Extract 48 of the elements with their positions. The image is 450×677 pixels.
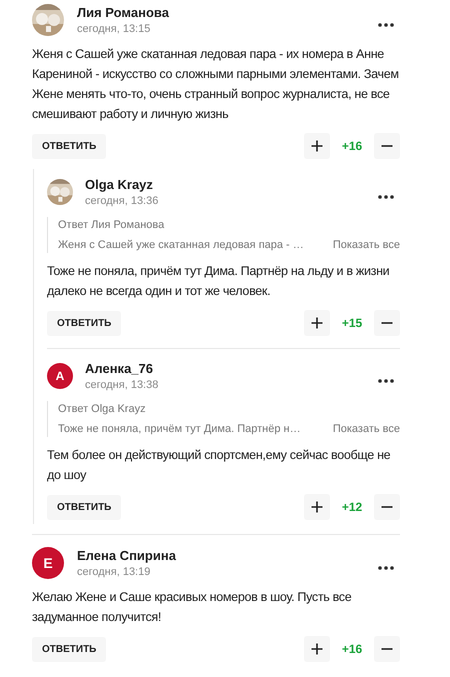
comment-time: сегодня, 13:38 — [85, 379, 160, 391]
author-name: Елена Спирина — [77, 548, 177, 563]
minus-icon — [381, 322, 393, 324]
avatar: Е — [32, 547, 64, 579]
reply-button[interactable]: ОТВЕТИТЬ — [32, 636, 106, 662]
show-all-link[interactable]: Показать все — [332, 239, 400, 251]
comment-time: сегодня, 13:15 — [77, 23, 152, 35]
comment-text: Тоже не поняла, причём тут Дима. Партнёр на льду и в жизни далеко не всегда один и тот же человек. — [47, 263, 390, 300]
reply-button[interactable]: ОТВЕТИТЬ — [47, 310, 122, 336]
comment-text: Тем более он действующий спортсмен,ему сейчас вообще не до шоу — [47, 447, 392, 484]
downvote-button[interactable] — [374, 494, 400, 520]
more-icon[interactable] — [378, 379, 394, 383]
minus-icon — [381, 648, 393, 650]
show-all-link[interactable]: Показать все — [332, 423, 400, 435]
comment-text: Женя с Сашей уже скатанная ледовая пара - их номера в Анне Карениной - искусство со сложными парными элементами. Зачем Жене менять что-то, очень странный вопрос журналиста, не все смешивают работу и личную жизнь — [32, 46, 400, 123]
upvote-button[interactable] — [304, 494, 330, 520]
author-name: Olga Krayz — [85, 177, 154, 192]
minus-icon — [381, 145, 393, 147]
quote-text: Тоже не поняла, причём тут Дима. Партнёр н… — [58, 423, 301, 435]
author-name: Лия Романова — [77, 5, 170, 20]
downvote-button[interactable] — [374, 133, 400, 159]
vote-score: +16 — [340, 642, 364, 656]
quote-text: Женя с Сашей уже скатанная ледовая пара - … — [58, 239, 304, 251]
vote-score: +15 — [340, 316, 364, 330]
upvote-button[interactable] — [304, 636, 330, 662]
reply-button[interactable]: ОТВЕТИТЬ — [47, 494, 122, 520]
plus-icon — [311, 140, 323, 152]
quote-label: Ответ Лия Романова — [58, 219, 166, 231]
more-icon[interactable] — [378, 566, 394, 570]
upvote-button[interactable] — [304, 310, 330, 336]
vote-score: +12 — [340, 500, 364, 514]
avatar: А — [47, 363, 73, 389]
plus-icon — [311, 643, 323, 655]
plus-icon — [311, 317, 323, 329]
quote-label: Ответ Olga Krayz — [58, 403, 147, 415]
comment-text: Желаю Жене и Саше красивых номеров в шоу. Пусть все задуманное получится! — [32, 589, 352, 626]
downvote-button[interactable] — [374, 310, 400, 336]
plus-icon — [311, 501, 323, 513]
more-icon[interactable] — [378, 195, 394, 199]
reply-button[interactable]: ОТВЕТИТЬ — [32, 134, 106, 158]
minus-icon — [381, 506, 393, 508]
author-name: Аленка_76 — [85, 361, 154, 376]
vote-score: +16 — [340, 139, 364, 153]
comment-time: сегодня, 13:36 — [85, 195, 160, 207]
upvote-button[interactable] — [304, 133, 330, 159]
more-icon[interactable] — [378, 23, 394, 27]
downvote-button[interactable] — [374, 636, 400, 662]
comment-time: сегодня, 13:19 — [77, 566, 152, 578]
